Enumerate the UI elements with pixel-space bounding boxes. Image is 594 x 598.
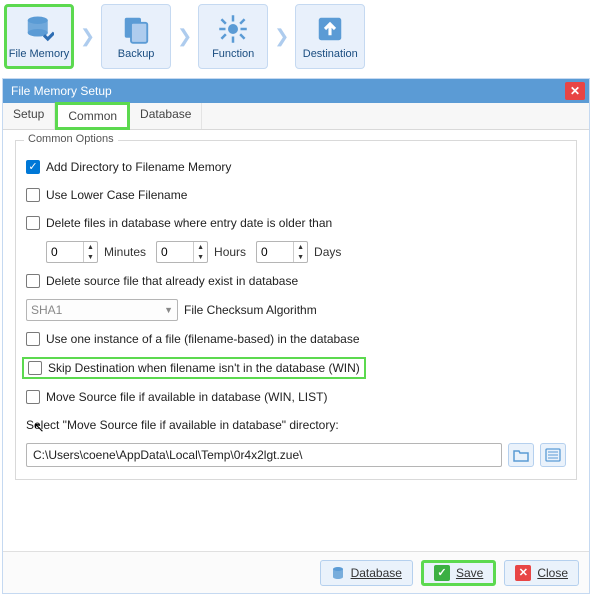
delete-older-label: Delete files in database where entry dat… bbox=[46, 216, 332, 230]
delete-source-checkbox[interactable] bbox=[26, 274, 40, 288]
close-button[interactable]: ✕ bbox=[565, 82, 585, 100]
step-function[interactable]: Function bbox=[198, 4, 268, 69]
step-backup[interactable]: Backup bbox=[101, 4, 171, 69]
hours-input[interactable] bbox=[157, 245, 193, 259]
spin-down-icon[interactable]: ▼ bbox=[294, 252, 307, 262]
file-memory-setup-dialog: File Memory Setup ✕ Setup Common Databas… bbox=[2, 78, 590, 594]
days-spinner[interactable]: ▲▼ bbox=[256, 241, 308, 263]
tab-setup[interactable]: Setup bbox=[3, 103, 55, 129]
save-button[interactable]: ✓ Save bbox=[421, 560, 496, 586]
chevron-icon: ❯ bbox=[78, 26, 97, 47]
hours-unit: Hours bbox=[214, 245, 246, 259]
check-icon: ✓ bbox=[434, 565, 450, 581]
database-icon bbox=[24, 14, 54, 44]
checksum-dropdown[interactable]: SHA1 ▼ bbox=[26, 299, 178, 321]
checksum-label: File Checksum Algorithm bbox=[184, 303, 317, 317]
step-label: Backup bbox=[118, 48, 155, 60]
dialog-title: File Memory Setup bbox=[7, 84, 565, 98]
variables-button[interactable] bbox=[540, 443, 566, 467]
close-button-label: Close bbox=[537, 566, 568, 580]
one-instance-label: Use one instance of a file (filename-bas… bbox=[46, 332, 360, 346]
fieldset-legend: Common Options bbox=[24, 133, 118, 145]
skip-destination-checkbox[interactable] bbox=[28, 361, 42, 375]
spin-up-icon[interactable]: ▲ bbox=[194, 242, 207, 252]
step-label: File Memory bbox=[9, 48, 70, 60]
save-button-label: Save bbox=[456, 566, 483, 580]
delete-source-label: Delete source file that already exist in… bbox=[46, 274, 298, 288]
minutes-spinner[interactable]: ▲▼ bbox=[46, 241, 98, 263]
database-button[interactable]: Database bbox=[320, 560, 413, 586]
common-options-fieldset: Common Options Add Directory to Filename… bbox=[15, 140, 577, 480]
chevron-icon: ❯ bbox=[175, 26, 194, 47]
folder-icon bbox=[513, 448, 529, 462]
dialog-footer: Database ✓ Save ✕ Close bbox=[3, 551, 589, 593]
tab-bar: Setup Common Database bbox=[3, 103, 589, 130]
tab-database[interactable]: Database bbox=[130, 103, 202, 129]
step-file-memory[interactable]: File Memory bbox=[4, 4, 74, 69]
database-icon bbox=[331, 566, 345, 580]
upload-icon bbox=[315, 14, 345, 44]
move-source-label: Move Source file if available in databas… bbox=[46, 390, 327, 404]
move-source-checkbox[interactable] bbox=[26, 390, 40, 404]
select-dir-label: Select "Move Source file if available in… bbox=[26, 418, 339, 432]
database-button-label: Database bbox=[351, 566, 402, 580]
one-instance-checkbox[interactable] bbox=[26, 332, 40, 346]
spin-up-icon[interactable]: ▲ bbox=[84, 242, 97, 252]
lower-case-checkbox[interactable] bbox=[26, 188, 40, 202]
spin-up-icon[interactable]: ▲ bbox=[294, 242, 307, 252]
dialog-titlebar: File Memory Setup ✕ bbox=[3, 79, 589, 103]
add-directory-label: Add Directory to Filename Memory bbox=[46, 160, 231, 174]
delete-older-checkbox[interactable] bbox=[26, 216, 40, 230]
days-unit: Days bbox=[314, 245, 341, 259]
close-icon: ✕ bbox=[515, 565, 531, 581]
backup-icon bbox=[121, 14, 151, 44]
spin-down-icon[interactable]: ▼ bbox=[194, 252, 207, 262]
days-input[interactable] bbox=[257, 245, 293, 259]
skip-destination-label: Skip Destination when filename isn't in … bbox=[48, 361, 360, 375]
spin-down-icon[interactable]: ▼ bbox=[84, 252, 97, 262]
directory-path-input[interactable] bbox=[26, 443, 502, 467]
tab-common[interactable]: Common bbox=[55, 102, 130, 130]
checksum-value: SHA1 bbox=[31, 303, 164, 317]
step-label: Function bbox=[212, 48, 254, 60]
browse-folder-button[interactable] bbox=[508, 443, 534, 467]
add-directory-checkbox[interactable] bbox=[26, 160, 40, 174]
chevron-down-icon: ▼ bbox=[164, 305, 173, 315]
lower-case-label: Use Lower Case Filename bbox=[46, 188, 187, 202]
hours-spinner[interactable]: ▲▼ bbox=[156, 241, 208, 263]
gear-icon bbox=[218, 14, 248, 44]
step-destination[interactable]: Destination bbox=[295, 4, 365, 69]
wizard-toolbar: File Memory ❯ Backup ❯ Function ❯ Destin… bbox=[0, 0, 594, 73]
step-label: Destination bbox=[303, 48, 358, 60]
close-button[interactable]: ✕ Close bbox=[504, 560, 579, 586]
chevron-icon: ❯ bbox=[272, 26, 291, 47]
minutes-unit: Minutes bbox=[104, 245, 146, 259]
minutes-input[interactable] bbox=[47, 245, 83, 259]
skip-destination-highlight: Skip Destination when filename isn't in … bbox=[22, 357, 366, 379]
list-icon bbox=[545, 448, 561, 462]
